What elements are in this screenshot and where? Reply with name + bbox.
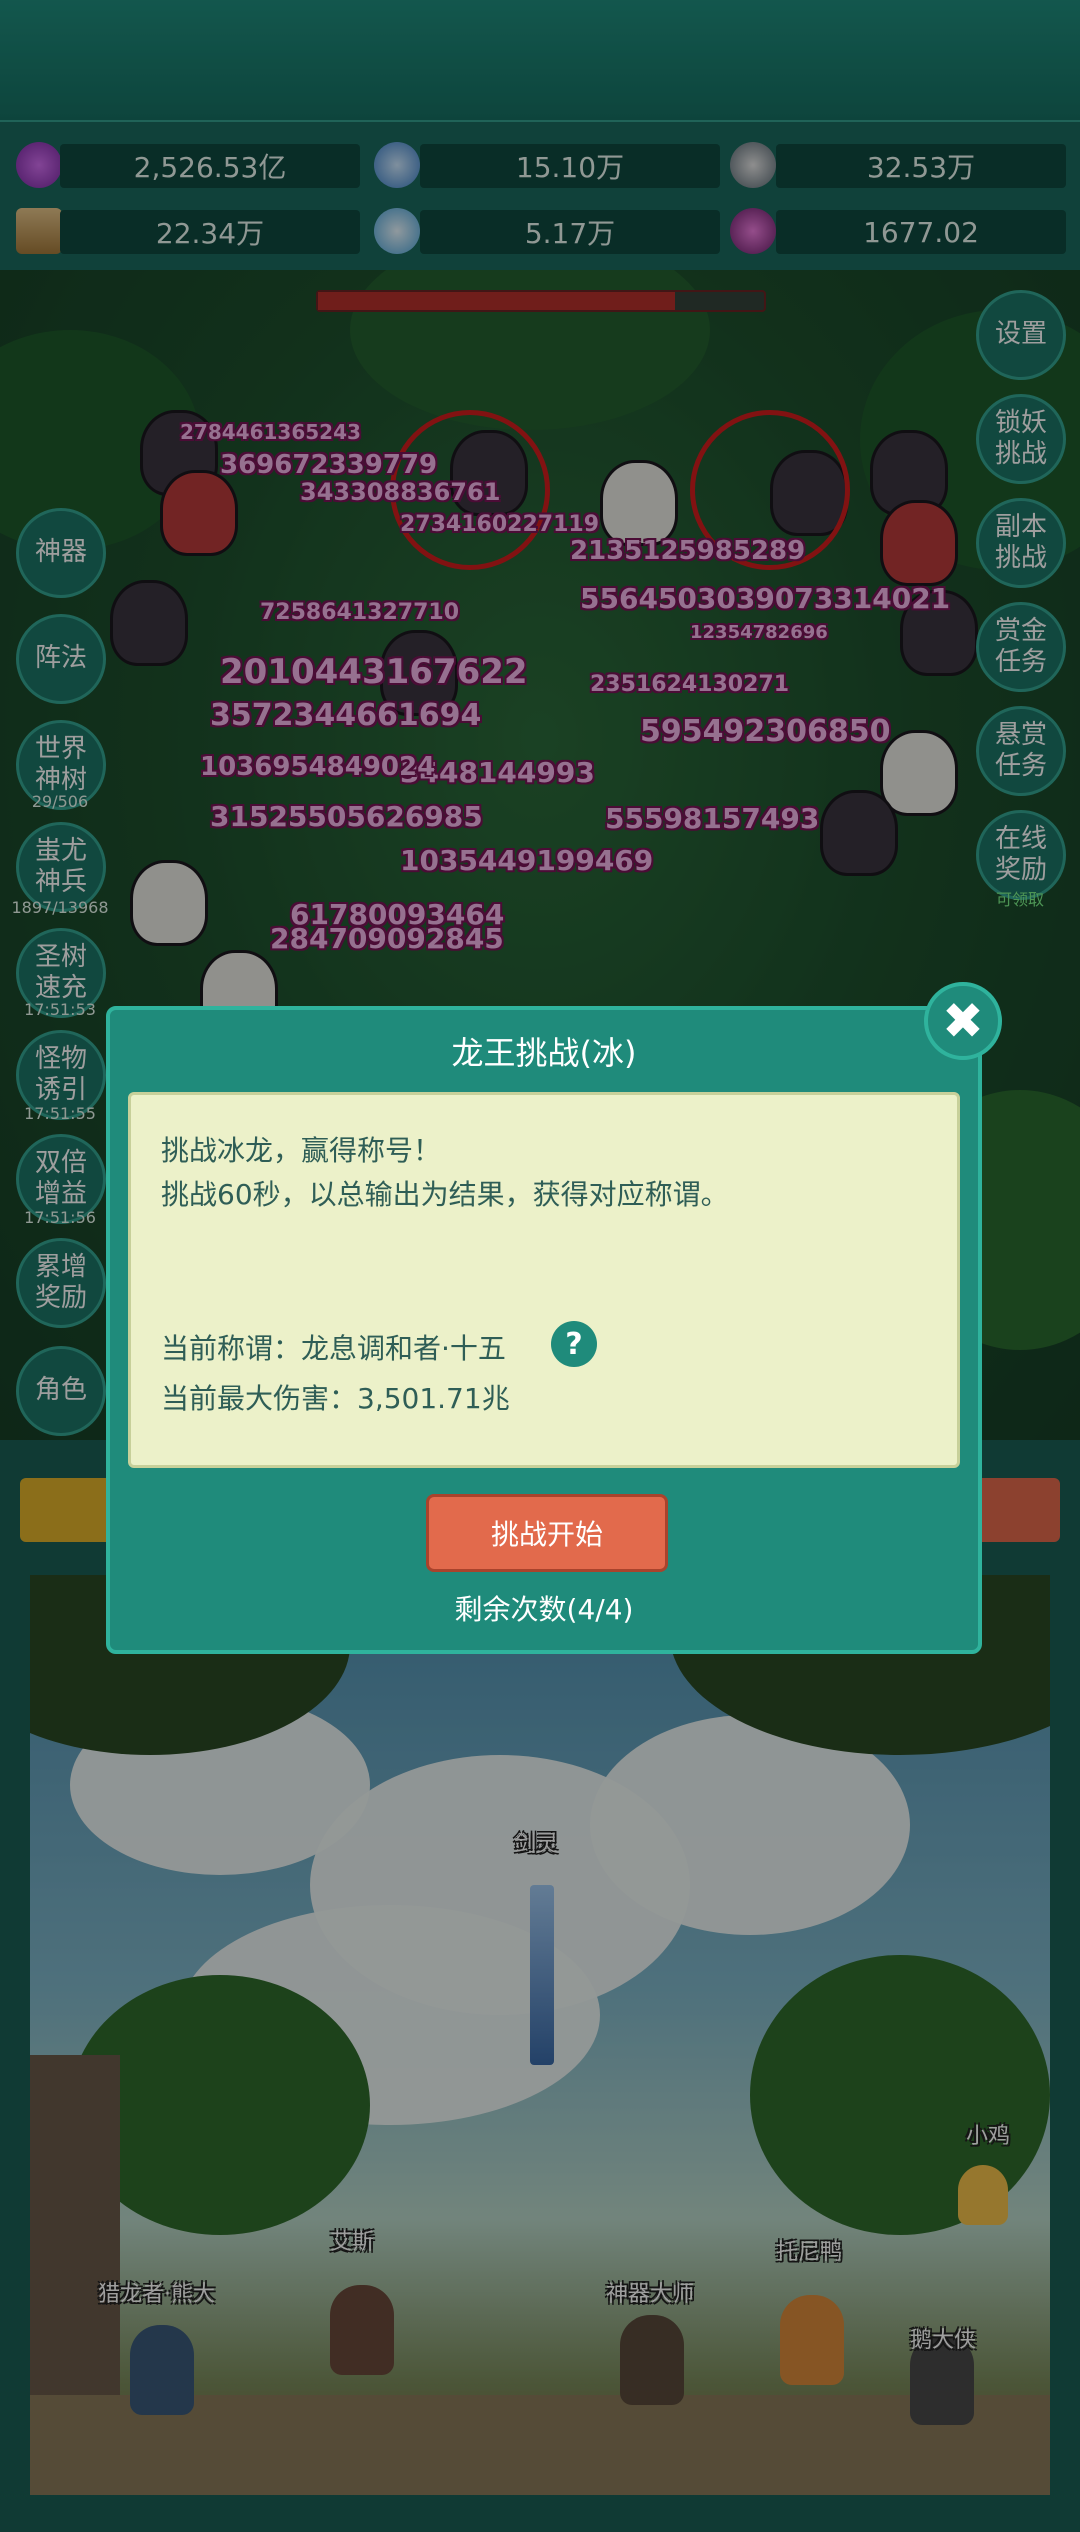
dialog-title: 龙王挑战(冰) xyxy=(451,1034,637,1072)
dialog-content: 挑战冰龙，赢得称号！ 挑战60秒，以总输出为结果，获得对应称谓。 当前称谓：龙息… xyxy=(128,1092,960,1468)
max-damage: 当前最大伤害：3,501.71兆 xyxy=(161,1382,510,1415)
remaining-attempts: 剩余次数(4/4) xyxy=(454,1593,634,1626)
dragon-king-challenge-dialog: 龙王挑战(冰) 挑战冰龙，赢得称号！ 挑战60秒，以总输出为结果，获得对应称谓。… xyxy=(106,1006,982,1654)
help-icon[interactable]: ? xyxy=(551,1321,597,1367)
close-button[interactable]: ✖ xyxy=(924,982,1002,1060)
description-line-1: 挑战冰龙，赢得称号！ xyxy=(161,1134,442,1167)
current-title: 当前称谓：龙息调和者·十五 xyxy=(161,1332,506,1365)
description-line-2: 挑战60秒，以总输出为结果，获得对应称谓。 xyxy=(161,1178,729,1211)
start-challenge-button[interactable]: 挑战开始 xyxy=(426,1494,668,1572)
